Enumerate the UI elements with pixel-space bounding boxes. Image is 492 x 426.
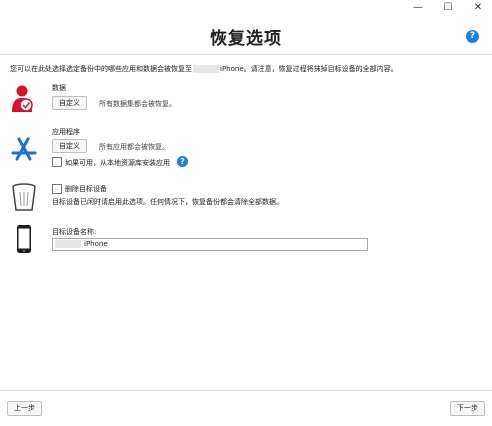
device-name-label: 目标设备名称: [52, 228, 97, 236]
install-from-library-checkbox[interactable] [52, 157, 62, 167]
install-from-library-label: 如果可用，从本地资源库安装应用 [65, 159, 170, 167]
divider [0, 390, 492, 391]
data-section: 数据 自定义 所有数据集都会被恢复。 [10, 82, 490, 122]
erase-description: 目标设备已闲时请启用此选项。任何情况下，恢复备份都会清除全部数据。 [52, 198, 283, 206]
maximize-icon[interactable]: ☐ [442, 2, 454, 14]
erase-target-label: 删除目标设备 [65, 185, 107, 193]
device-name-section: 目标设备名称: iPhone [10, 224, 490, 258]
apps-section: 应用程序 自定义 所有应用都会被恢复。 如果可用，从本地资源库安装应用 ? [10, 125, 490, 173]
notice-text-before: 您可以在此处选择选定备份中的哪些应用和数据会被恢复至 [10, 65, 192, 73]
apps-customize-button[interactable]: 自定义 [52, 139, 87, 153]
help-icon[interactable]: ? [177, 156, 188, 167]
device-name-value: iPhone [84, 240, 108, 248]
apps-heading: 应用程序 [52, 128, 80, 136]
back-button[interactable]: 上一步 [7, 401, 42, 416]
close-icon[interactable]: ✕ [472, 2, 484, 14]
window-controls: — ☐ ✕ [412, 2, 484, 14]
trash-icon [10, 182, 38, 212]
data-status: 所有数据集都会被恢复。 [99, 100, 176, 108]
erase-target-checkbox[interactable] [52, 184, 62, 194]
minimize-icon[interactable]: — [412, 2, 424, 14]
erase-section: 删除目标设备 目标设备已闲时请启用此选项。任何情况下，恢复备份都会清除全部数据。 [10, 180, 490, 220]
iphone-icon [16, 224, 32, 254]
next-button[interactable]: 下一步 [450, 401, 485, 416]
data-heading: 数据 [52, 84, 66, 92]
device-name-input[interactable]: iPhone [52, 238, 368, 251]
restore-notice: 您可以在此处选择选定备份中的哪些应用和数据会被恢复至 iPhone。请注意，恢复过… [10, 64, 398, 74]
page-title: 恢复选项 [210, 29, 282, 49]
apps-status: 所有应用都会被恢复。 [99, 143, 169, 151]
app-store-icon [10, 135, 38, 165]
redacted-device-name [193, 65, 219, 73]
data-customize-button[interactable]: 自定义 [52, 96, 87, 110]
redacted-device-name [55, 240, 81, 248]
help-icon[interactable]: ? [466, 30, 479, 43]
notice-text-after: iPhone。请注意，恢复过程将抹掉目标设备的全部内容。 [220, 65, 398, 73]
person-icon [10, 84, 38, 114]
divider [0, 54, 492, 55]
